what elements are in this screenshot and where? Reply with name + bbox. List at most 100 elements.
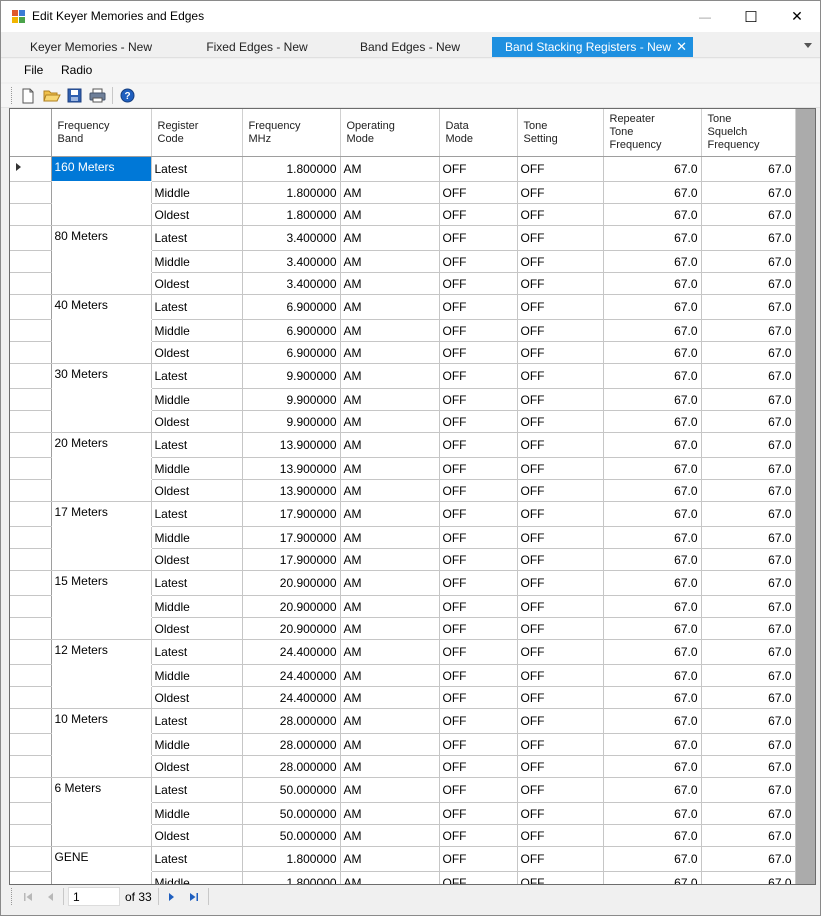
tone-setting-cell[interactable]: OFF [517,294,604,320]
frequency-mhz-cell[interactable]: 17.900000 [242,548,341,571]
row-header[interactable] [10,686,52,709]
repeater-tone-frequency-cell[interactable]: 67.0 [603,595,702,618]
frequency-mhz-cell[interactable]: 28.000000 [242,708,341,734]
data-mode-cell[interactable]: OFF [439,755,518,778]
tone-setting-cell[interactable]: OFF [517,181,604,204]
frequency-band-cell[interactable] [51,664,152,687]
repeater-tone-frequency-cell[interactable]: 67.0 [603,802,702,825]
frequency-mhz-cell[interactable]: 17.900000 [242,501,341,527]
operating-mode-cell[interactable]: AM [340,272,440,295]
frequency-mhz-cell[interactable]: 24.400000 [242,664,341,687]
repeater-tone-frequency-cell[interactable]: 67.0 [603,225,702,251]
tone-squelch-frequency-cell[interactable]: 67.0 [701,203,796,226]
data-mode-cell[interactable]: OFF [439,319,518,342]
tone-squelch-frequency-cell[interactable]: 67.0 [701,432,796,458]
repeater-tone-frequency-cell[interactable]: 67.0 [603,686,702,709]
repeater-tone-frequency-cell[interactable]: 67.0 [603,272,702,295]
tone-setting-cell[interactable]: OFF [517,686,604,709]
frequency-band-cell[interactable] [51,617,152,640]
table-row[interactable]: 30 Meters Latest 9.900000 AM OFF OFF 67.0 67.0 [10,363,796,389]
close-button[interactable]: ✕ [774,1,820,32]
repeater-tone-frequency-cell[interactable]: 67.0 [603,479,702,502]
frequency-band-cell[interactable] [51,802,152,825]
row-header[interactable] [10,363,52,389]
data-mode-cell[interactable]: OFF [439,272,518,295]
frequency-band-cell[interactable]: 80 Meters [51,225,152,251]
table-row[interactable]: Middle 3.400000 AM OFF OFF 67.0 67.0 [10,250,796,273]
frequency-mhz-cell[interactable]: 9.900000 [242,410,341,433]
menu-radio[interactable]: Radio [61,63,92,77]
frequency-band-cell[interactable]: 40 Meters [51,294,152,320]
tone-squelch-frequency-cell[interactable]: 67.0 [701,479,796,502]
navigator-grip[interactable] [11,888,14,905]
repeater-tone-frequency-cell[interactable]: 67.0 [603,181,702,204]
row-header[interactable] [10,250,52,273]
operating-mode-cell[interactable]: AM [340,617,440,640]
tone-squelch-frequency-cell[interactable]: 67.0 [701,871,796,884]
tone-setting-cell[interactable]: OFF [517,203,604,226]
register-code-cell[interactable]: Middle [151,388,243,411]
frequency-band-cell[interactable]: GENE [51,846,152,872]
tab-close-icon[interactable]: ✕ [676,37,687,57]
register-code-cell[interactable]: Latest [151,156,243,182]
repeater-tone-frequency-cell[interactable]: 67.0 [603,457,702,480]
tone-setting-cell[interactable]: OFF [517,824,604,847]
register-code-cell[interactable]: Oldest [151,755,243,778]
frequency-band-cell[interactable] [51,479,152,502]
table-row[interactable]: Middle 6.900000 AM OFF OFF 67.0 67.0 [10,319,796,342]
operating-mode-cell[interactable]: AM [340,225,440,251]
operating-mode-cell[interactable]: AM [340,457,440,480]
frequency-band-cell[interactable] [51,548,152,571]
move-previous-button[interactable] [42,888,60,906]
print-button[interactable] [87,86,107,105]
frequency-band-cell[interactable]: 17 Meters [51,501,152,527]
register-code-cell[interactable]: Middle [151,457,243,480]
frequency-band-cell[interactable] [51,733,152,756]
register-code-cell[interactable]: Middle [151,250,243,273]
operating-mode-cell[interactable]: AM [340,341,440,364]
data-mode-cell[interactable]: OFF [439,777,518,803]
row-header[interactable] [10,846,52,872]
toolbar-grip[interactable] [11,87,14,104]
table-row[interactable]: Oldest 3.400000 AM OFF OFF 67.0 67.0 [10,272,796,295]
frequency-band-cell[interactable] [51,871,152,884]
tone-setting-cell[interactable]: OFF [517,225,604,251]
register-code-cell[interactable]: Latest [151,708,243,734]
table-row[interactable]: 15 Meters Latest 20.900000 AM OFF OFF 67.0 67.0 [10,570,796,596]
frequency-mhz-cell[interactable]: 50.000000 [242,824,341,847]
data-mode-cell[interactable]: OFF [439,824,518,847]
repeater-tone-frequency-cell[interactable]: 67.0 [603,824,702,847]
tone-setting-cell[interactable]: OFF [517,595,604,618]
row-header[interactable] [10,181,52,204]
row-header[interactable] [10,777,52,803]
table-row[interactable]: Oldest 6.900000 AM OFF OFF 67.0 67.0 [10,341,796,364]
register-code-cell[interactable]: Oldest [151,548,243,571]
repeater-tone-frequency-cell[interactable]: 67.0 [603,755,702,778]
frequency-mhz-cell[interactable]: 6.900000 [242,319,341,342]
operating-mode-cell[interactable]: AM [340,388,440,411]
register-code-cell[interactable]: Latest [151,294,243,320]
repeater-tone-frequency-cell[interactable]: 67.0 [603,570,702,596]
frequency-band-cell[interactable] [51,319,152,342]
data-mode-cell[interactable]: OFF [439,617,518,640]
row-header[interactable] [10,272,52,295]
tone-squelch-frequency-cell[interactable]: 67.0 [701,272,796,295]
repeater-tone-frequency-cell[interactable]: 67.0 [603,526,702,549]
frequency-mhz-cell[interactable]: 1.800000 [242,203,341,226]
frequency-band-cell[interactable] [51,250,152,273]
frequency-mhz-cell[interactable]: 50.000000 [242,802,341,825]
tone-squelch-frequency-cell[interactable]: 67.0 [701,548,796,571]
frequency-mhz-cell[interactable]: 9.900000 [242,363,341,389]
tone-setting-cell[interactable]: OFF [517,341,604,364]
row-header[interactable] [10,203,52,226]
tone-squelch-frequency-cell[interactable]: 67.0 [701,708,796,734]
frequency-band-cell[interactable] [51,595,152,618]
frequency-band-cell[interactable] [51,824,152,847]
tone-squelch-frequency-cell[interactable]: 67.0 [701,755,796,778]
frequency-band-cell[interactable] [51,686,152,709]
frequency-mhz-cell[interactable]: 3.400000 [242,272,341,295]
frequency-band-cell[interactable] [51,410,152,433]
tone-setting-cell[interactable]: OFF [517,410,604,433]
title-bar[interactable]: Edit Keyer Memories and Edges — ☐ ✕ [1,1,820,32]
frequency-mhz-cell[interactable]: 28.000000 [242,755,341,778]
